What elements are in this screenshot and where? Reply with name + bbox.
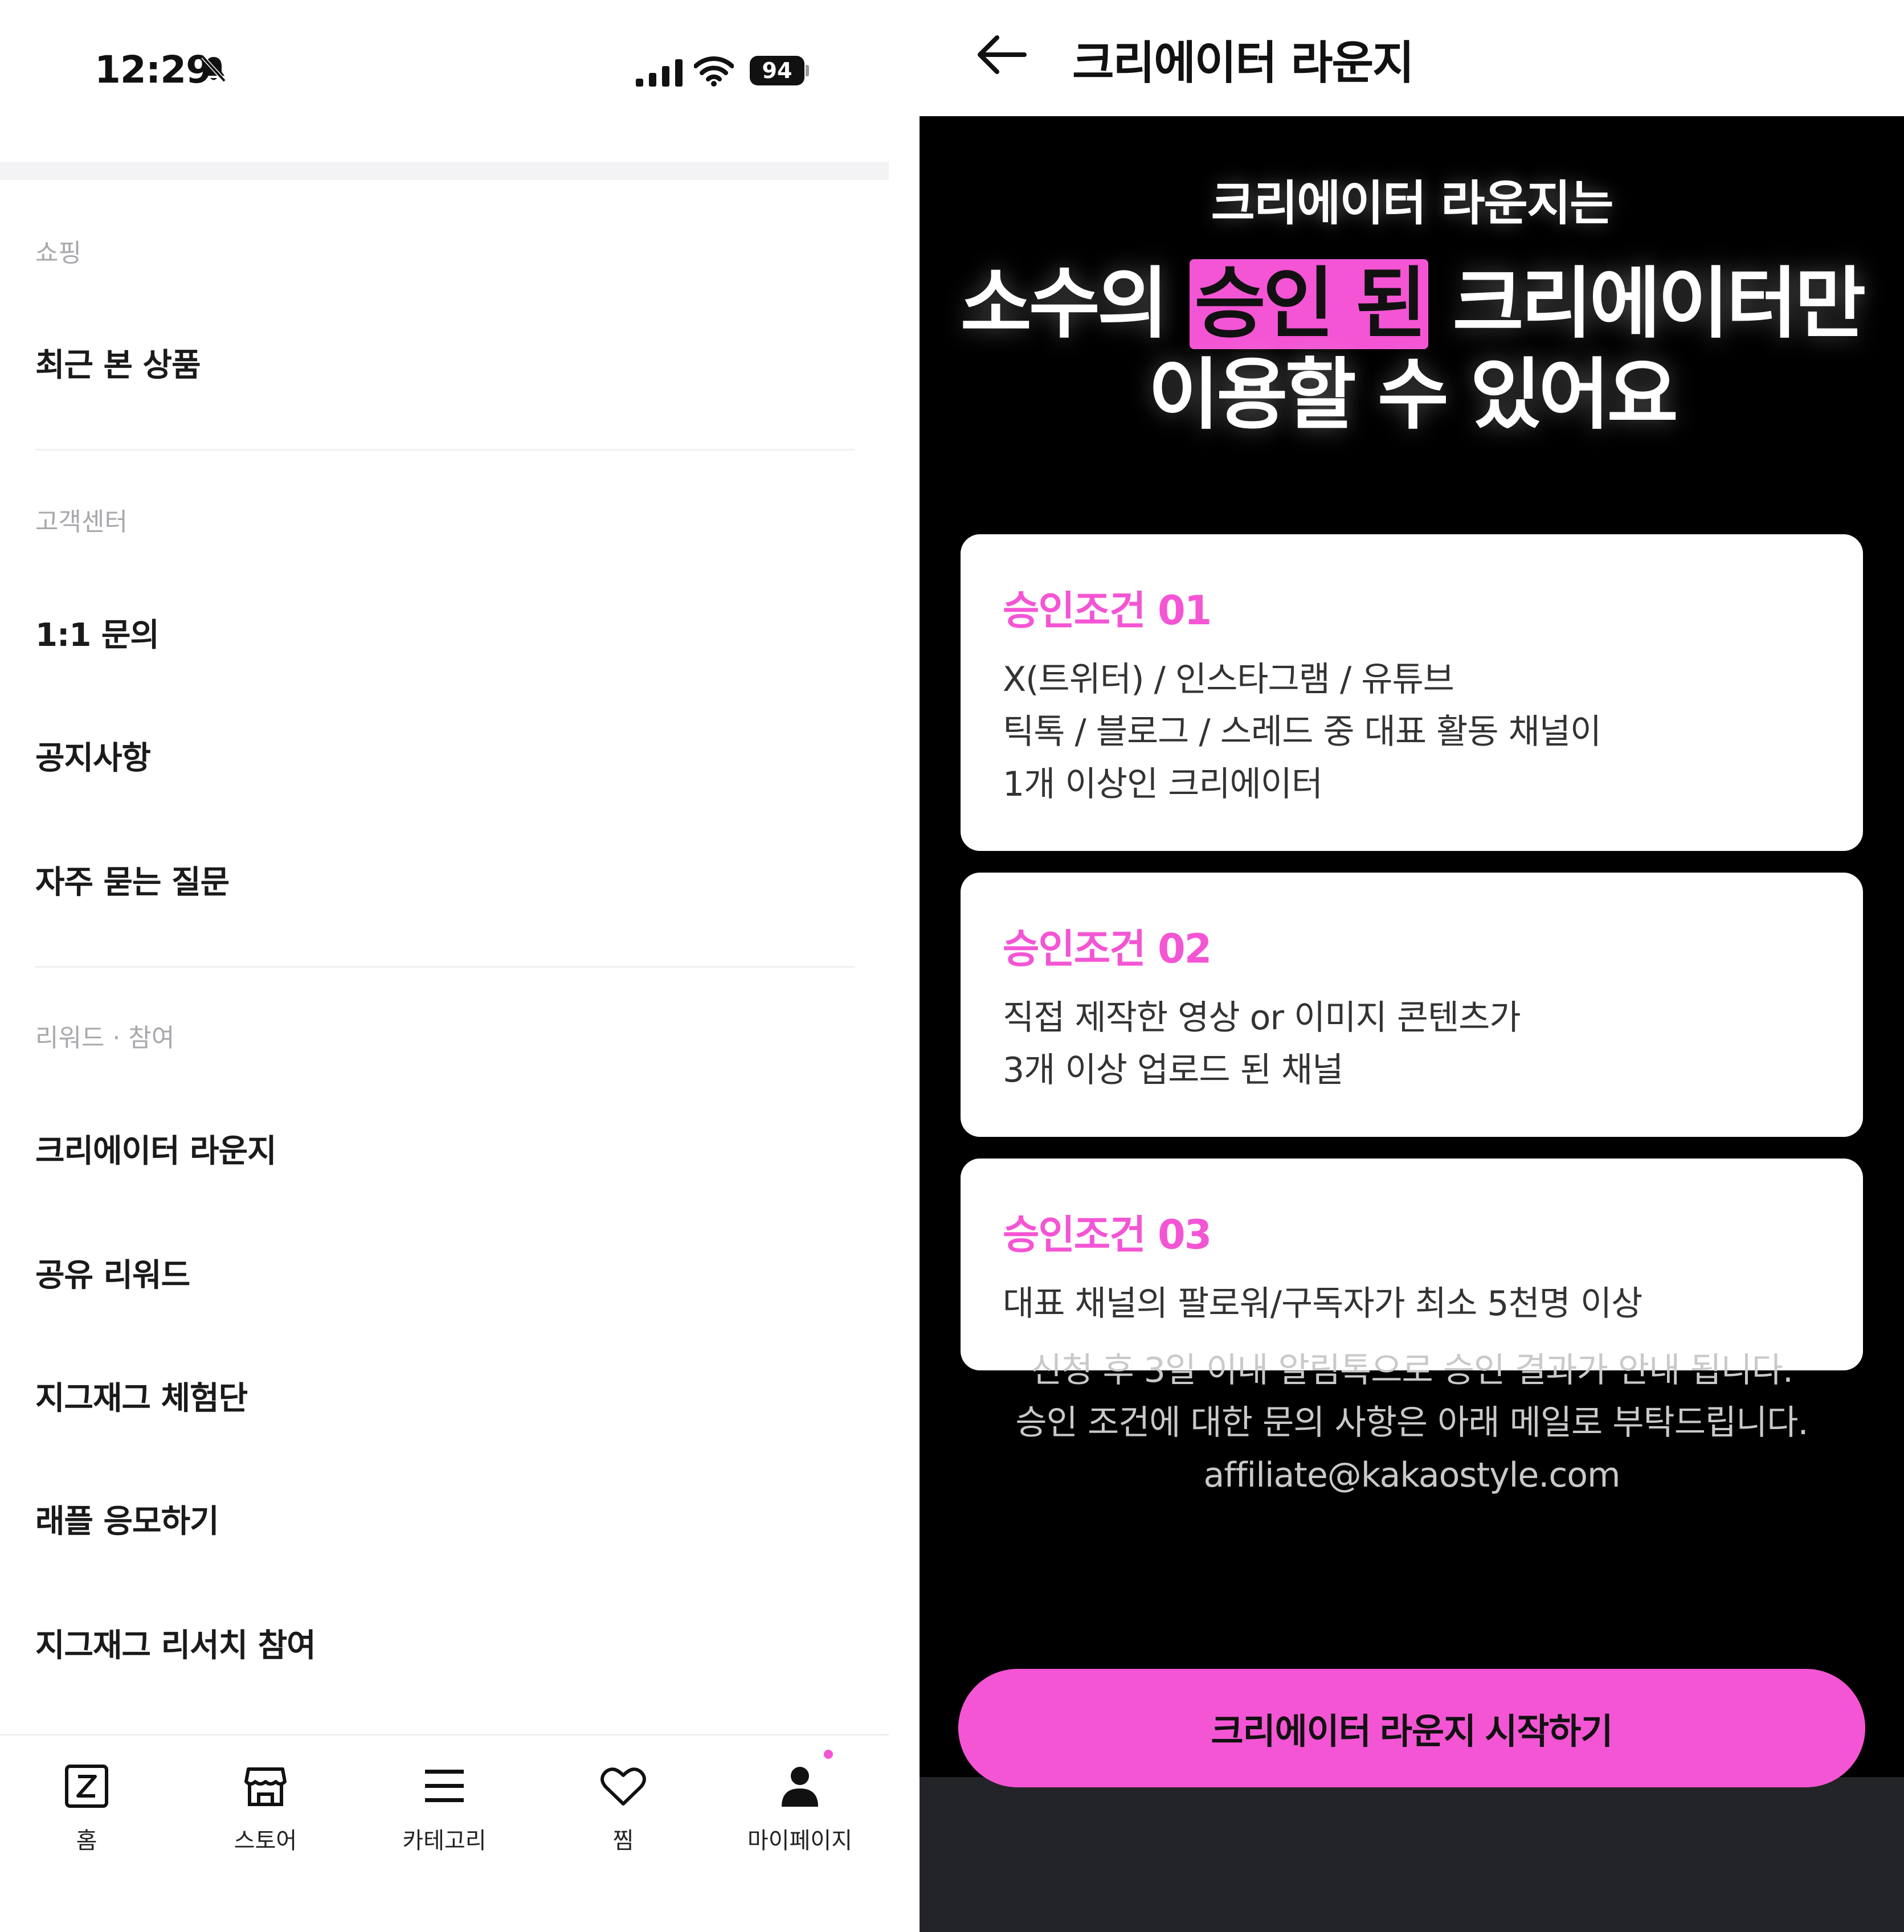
hero-line-2: 이용할 수 있어요 xyxy=(1148,350,1678,440)
page-header: 크리에이터 라운지 xyxy=(920,0,1904,116)
card-text: 직접 제작한 영상 or 이미지 콘텐츠가 3개 이상 업로드 된 채널 xyxy=(1003,992,1821,1096)
card-line: X(트위터) / 인스타그램 / 유튜브 xyxy=(1003,660,1454,699)
card-title: 승인조건 03 xyxy=(1003,1211,1212,1258)
divider xyxy=(35,449,855,451)
card-title: 승인조건 02 xyxy=(1003,926,1212,972)
card-line: 1개 이상인 크리에이터 xyxy=(1003,764,1323,804)
back-arrow-icon[interactable] xyxy=(976,32,1028,80)
contact-email[interactable]: affiliate@kakaostyle.com xyxy=(920,1449,1904,1501)
tab-home[interactable]: 홈 xyxy=(24,1761,149,1855)
status-bar: 12:29 94 xyxy=(0,0,889,148)
section-label-customer-center: 고객센터 xyxy=(35,507,128,537)
menu-item-raffle[interactable]: 래플 응모하기 xyxy=(35,1496,219,1542)
start-creator-lounge-button[interactable]: 크리에이터 라운지 시작하기 xyxy=(958,1669,1865,1787)
battery-indicator: 94 xyxy=(750,56,804,85)
hero-subtitle: 크리에이터 라운지는 xyxy=(1211,175,1614,231)
menu-item-share-reward[interactable]: 공유 리워드 xyxy=(35,1250,190,1296)
menu-item-creator-lounge[interactable]: 크리에이터 라운지 xyxy=(35,1125,277,1172)
lounge-content: 크리에이터 라운지는 소수의 승인 된 크리에이터만 이용할 수 있어요 승인조… xyxy=(920,116,1904,1777)
divider xyxy=(35,966,855,968)
section-divider-bar xyxy=(0,162,889,180)
tab-category[interactable]: 카테고리 xyxy=(382,1761,507,1855)
section-label-shopping: 쇼핑 xyxy=(35,239,81,268)
card-text: X(트위터) / 인스타그램 / 유튜브 틱톡 / 블로그 / 스레드 중 대표… xyxy=(1003,653,1821,811)
menu-item-faq[interactable]: 자주 묻는 질문 xyxy=(35,857,230,903)
wifi-icon xyxy=(693,55,734,89)
tab-label: 스토어 xyxy=(234,1828,297,1854)
card-line: 대표 채널의 팔로워/구독자가 최소 5천명 이상 xyxy=(1003,1284,1642,1324)
tab-wishlist[interactable]: 찜 xyxy=(561,1761,686,1855)
my-page-screen: 12:29 94 쇼핑 최근 본 상품 고객센터 1:1 문의 공지사항 자주 … xyxy=(0,0,889,1932)
battery-tip xyxy=(806,65,809,76)
hero-highlight: 승인 된 xyxy=(1190,259,1429,349)
tab-label: 홈 xyxy=(76,1828,97,1854)
notice-line: 신청 후 3일 이내 알림톡으로 승인 결과가 안내 됩니다. xyxy=(1030,1350,1793,1390)
user-icon xyxy=(774,1761,826,1812)
tab-label: 찜 xyxy=(612,1828,634,1854)
hero-headline: 소수의 승인 된 크리에이터만 이용할 수 있어요 xyxy=(920,259,1904,441)
heart-icon xyxy=(598,1761,649,1812)
approval-condition-card: 승인조건 01 X(트위터) / 인스타그램 / 유튜브 틱톡 / 블로그 / … xyxy=(961,534,1863,851)
hero-text: 크리에이터만 xyxy=(1428,259,1866,349)
card-text: 대표 채널의 팔로워/구독자가 최소 5천명 이상 xyxy=(1003,1278,1821,1330)
card-line: 3개 이상 업로드 된 채널 xyxy=(1003,1050,1343,1090)
creator-lounge-screen: 크리에이터 라운지 크리에이터 라운지는 소수의 승인 된 크리에이터만 이용할… xyxy=(920,0,1904,1932)
tab-mypage[interactable]: 마이페이지 xyxy=(737,1761,863,1855)
status-time: 12:29 xyxy=(95,48,212,92)
menu-item-experience-group[interactable]: 지그재그 체험단 xyxy=(35,1373,248,1419)
home-z-icon xyxy=(61,1761,112,1812)
approval-condition-card: 승인조건 02 직접 제작한 영상 or 이미지 콘텐츠가 3개 이상 업로드 … xyxy=(961,873,1863,1137)
bell-off-icon xyxy=(201,55,227,85)
store-icon xyxy=(240,1761,291,1812)
section-label-rewards: 리워드 · 참여 xyxy=(35,1024,175,1053)
page-title: 크리에이터 라운지 xyxy=(1072,36,1415,89)
card-line: 틱톡 / 블로그 / 스레드 중 대표 활동 채널이 xyxy=(1003,712,1601,752)
bottom-safe-area xyxy=(920,1777,1904,1932)
menu-lines-icon xyxy=(419,1761,470,1812)
hero-text: 소수의 xyxy=(960,259,1190,349)
approval-notice: 신청 후 3일 이내 알림톡으로 승인 결과가 안내 됩니다. 승인 조건에 대… xyxy=(920,1344,1904,1501)
menu-item-recent-products[interactable]: 최근 본 상품 xyxy=(35,339,201,386)
notice-line: 승인 조건에 대한 문의 사항은 아래 메일로 부탁드립니다. xyxy=(1015,1403,1808,1443)
card-title: 승인조건 01 xyxy=(1003,587,1212,634)
menu-item-research[interactable]: 지그재그 리서치 참여 xyxy=(35,1620,316,1666)
tab-store[interactable]: 스토어 xyxy=(203,1761,328,1855)
cellular-signal-icon xyxy=(636,57,683,87)
bottom-tab-bar: 홈 스토어 카테고리 찜 마이페이지 xyxy=(0,1734,889,1932)
hero-line-1: 소수의 승인 된 크리에이터만 xyxy=(920,259,1904,350)
tab-label: 마이페이지 xyxy=(747,1828,852,1854)
approval-condition-card: 승인조건 03 대표 채널의 팔로워/구독자가 최소 5천명 이상 xyxy=(961,1159,1863,1370)
menu-item-notices[interactable]: 공지사항 xyxy=(35,732,151,779)
card-line: 직접 제작한 영상 or 이미지 콘텐츠가 xyxy=(1003,998,1521,1038)
menu-item-one-on-one-inquiry[interactable]: 1:1 문의 xyxy=(35,609,160,656)
notification-dot xyxy=(824,1750,833,1759)
tab-label: 카테고리 xyxy=(402,1828,487,1854)
